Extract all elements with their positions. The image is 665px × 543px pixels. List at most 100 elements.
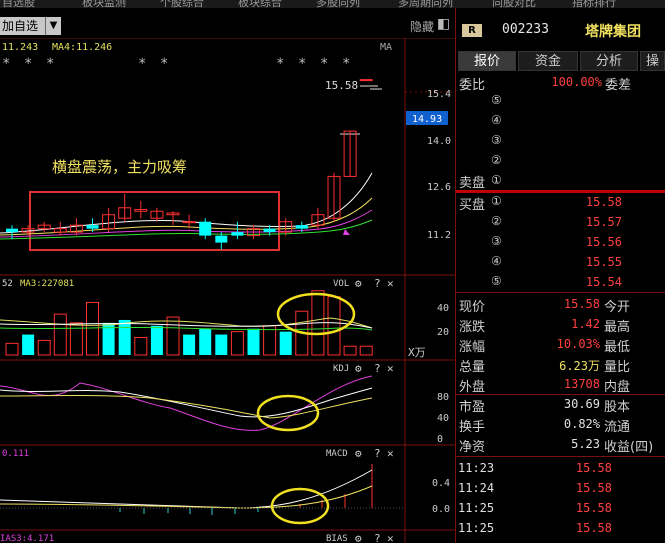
gear-icon[interactable]: ⚙ <box>355 447 362 460</box>
quote-label: 市盈 <box>459 400 486 415</box>
quote-value: 6.23万 <box>559 359 600 373</box>
weibi-label: 委比 <box>459 78 486 93</box>
buy-level: ④ <box>491 254 502 268</box>
collapse-arrow-icon[interactable]: ◧ <box>437 16 450 32</box>
top-tab[interactable]: 板块监测 <box>82 0 126 8</box>
top-tab[interactable]: 同股对比 <box>492 0 536 8</box>
ma4-label: MA4:11.246 <box>52 42 112 53</box>
candle <box>37 221 51 233</box>
volume-bar <box>327 296 341 356</box>
volume-bar <box>183 334 196 355</box>
candle <box>231 221 244 240</box>
star-markers: * * * * * * * * * <box>2 56 350 72</box>
macd-y-tick: 0.4 <box>432 478 450 489</box>
quote-value: 15.58 <box>563 297 600 311</box>
high-price-label: 15.58 <box>325 79 358 92</box>
tick-price: 15.58 <box>575 521 612 535</box>
kline-chart[interactable]: 11.243 MA4:11.246 MA * * * * * * * * * 15.58 横… <box>0 38 455 543</box>
top-tab[interactable]: 多股同列 <box>316 0 360 8</box>
gear-icon[interactable]: ⚙ <box>355 362 362 375</box>
ma3-label: 11.243 <box>2 42 38 53</box>
help-icon[interactable]: ? <box>374 532 381 543</box>
candle <box>134 200 148 219</box>
volume-bar <box>230 331 244 356</box>
top-tab[interactable]: 自选股 <box>2 0 35 8</box>
tick-price: 15.58 <box>575 501 612 515</box>
add-watchlist-button[interactable]: 加自选 <box>0 17 45 35</box>
buy-label: 买盘 <box>459 198 486 213</box>
vol-unit: X万 <box>408 346 426 359</box>
close-icon[interactable]: ✕ <box>387 362 394 375</box>
top-tab[interactable]: 指标排行 <box>572 0 616 8</box>
tab-funds[interactable]: 资金 <box>518 51 578 71</box>
help-icon[interactable]: ? <box>374 362 381 375</box>
buy-price: 15.57 <box>585 215 622 229</box>
highlight-circle <box>276 292 356 336</box>
svg-text:*: * <box>138 56 146 72</box>
quote-value: 10.03% <box>556 337 600 351</box>
candle <box>327 172 341 222</box>
volume-bar <box>37 339 51 356</box>
tab-more[interactable]: 操 <box>640 51 665 71</box>
svg-text:*: * <box>276 56 284 72</box>
quote-label2: 流通 <box>604 420 631 435</box>
candle <box>311 207 325 229</box>
top-tab[interactable]: 板块综合 <box>238 0 282 8</box>
help-icon[interactable]: ? <box>374 277 381 290</box>
vol-left-label: 52 <box>2 279 13 289</box>
quote-label: 涨跌 <box>459 320 486 335</box>
help-icon[interactable]: ? <box>374 447 381 460</box>
candle <box>166 211 180 226</box>
bias-title: BIAS <box>326 534 348 543</box>
y-tick: 15.4 <box>427 89 451 100</box>
stock-name: 塔牌集团 <box>585 24 641 40</box>
close-icon[interactable]: ✕ <box>387 447 394 460</box>
close-icon[interactable]: ✕ <box>387 532 394 543</box>
volume-bar <box>53 313 67 356</box>
vol-y-tick: 40 <box>437 303 449 314</box>
volume-bar <box>359 345 373 356</box>
kdj-y-tick: 0 <box>437 434 443 445</box>
svg-text:*: * <box>160 56 168 72</box>
tick-time: 11:25 <box>458 521 495 535</box>
tick-price: 15.58 <box>575 461 612 475</box>
volume-bar <box>5 342 19 356</box>
tick-price: 15.58 <box>575 481 612 495</box>
tab-analysis[interactable]: 分析 <box>580 51 638 71</box>
top-tab[interactable]: 个股综合 <box>160 0 204 8</box>
buy-level: ⑤ <box>491 274 502 288</box>
quote-value: 5.23 <box>571 437 600 451</box>
macd-left-label: 0.111 <box>2 449 29 459</box>
candle <box>199 218 212 240</box>
rights-badge: R <box>462 24 482 37</box>
buy-level: ② <box>491 214 502 228</box>
chevron-down-icon[interactable]: ▼ <box>45 17 61 35</box>
tick-time: 11:23 <box>458 461 495 475</box>
current-price-label: 14.93 <box>412 114 442 125</box>
sell-level: ⑤ <box>491 93 502 107</box>
quote-label: 净资 <box>459 440 486 455</box>
close-icon[interactable]: ✕ <box>387 277 394 290</box>
buy-level: ① <box>491 194 502 208</box>
volume-bar <box>263 325 277 356</box>
top-tab[interactable]: 多周期同列 <box>398 0 453 8</box>
candle <box>359 79 373 82</box>
quote-label2: 股本 <box>604 400 631 415</box>
hide-panel-button[interactable]: 隐藏 <box>410 18 434 35</box>
gear-icon[interactable]: ⚙ <box>355 277 362 290</box>
candle <box>102 207 116 233</box>
y-tick: 14.0 <box>427 136 451 147</box>
volume-bar <box>118 319 131 355</box>
volume-bar <box>279 331 292 355</box>
sell-level: ④ <box>491 113 502 127</box>
y-tick: 12.6 <box>427 182 451 193</box>
ma-tag: MA <box>380 42 392 53</box>
sell-level: ② <box>491 153 502 167</box>
svg-text:*: * <box>46 56 54 72</box>
volume-bar <box>247 328 260 355</box>
chart-annotation: 横盘震荡，主力吸筹 <box>52 158 187 176</box>
quote-label2: 今开 <box>604 300 631 315</box>
gear-icon[interactable]: ⚙ <box>355 532 362 543</box>
kdj-title: KDJ <box>333 364 349 374</box>
tab-quote[interactable]: 报价 <box>458 51 516 71</box>
